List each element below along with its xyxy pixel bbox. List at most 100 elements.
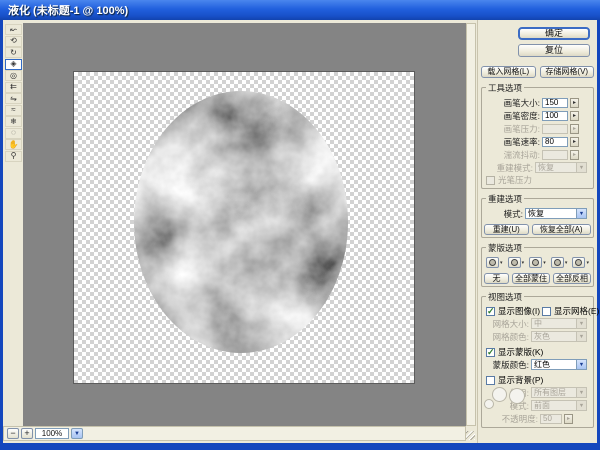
chevron-down-icon: ▾ [522, 260, 525, 266]
zoom-level-value[interactable]: 100% [35, 428, 69, 439]
mirror-tool-button[interactable]: ⇋ [5, 93, 22, 104]
mask-buttons: 无 全部蒙住 全部反相 [484, 273, 591, 284]
pucker-tool-icon: ◈ [10, 60, 16, 68]
show-image-checkbox[interactable] [486, 307, 495, 316]
dialog-body: ↜ ⟲ ↻ ◈ ◎ ⇇⇋≈ ❄ ◌ ✋ ⚲ − + 100% [3, 20, 597, 443]
pucker-tool-button[interactable]: ◈ [5, 59, 22, 70]
tool-options-group: 工具选项 画笔大小: 150 ▸ 画笔密度: 100 ▸ 画笔压力: ▸ [481, 87, 594, 189]
mesh-size-select: 中 ▼ [531, 318, 587, 329]
brush-rate-slider-arrow-icon[interactable]: ▸ [570, 137, 579, 147]
turbulence-tool-button[interactable]: ≈ [5, 105, 22, 116]
replace-selection-button[interactable]: ▾ [486, 257, 503, 268]
show-mask-option: 显示蒙版(K) [484, 346, 591, 358]
reconstruct-tool-icon: ⟲ [10, 37, 17, 45]
stylus-pressure-label: 光笔压力 [498, 174, 532, 186]
show-mesh-option: 显示网格(E) [540, 305, 599, 317]
add-to-selection-button[interactable]: ▾ [508, 257, 525, 268]
thaw-mask-tool-icon: ◌ [11, 129, 16, 137]
brush-size-input[interactable]: 150 [542, 98, 568, 108]
subtract-from-selection-button[interactable]: ▾ [529, 257, 546, 268]
mask-color-select[interactable]: 红色 ▼ [531, 359, 587, 370]
backdrop-mode-label: 模式: [510, 400, 529, 412]
zoom-tool-button[interactable]: ⚲ [5, 151, 22, 162]
forward-warp-tool-button[interactable]: ↜ [5, 24, 22, 35]
show-backdrop-checkbox[interactable] [486, 376, 495, 385]
mask-options-title: 蒙版选项 [486, 242, 524, 254]
chevron-down-icon: ▼ [576, 401, 586, 410]
reset-button[interactable]: 复位 [518, 44, 590, 57]
reconstruct-button[interactable]: 重建(U) [484, 224, 529, 235]
show-mask-checkbox[interactable] [486, 348, 495, 357]
show-backdrop-label: 显示背景(P) [498, 374, 543, 386]
reconstruct-mode-dropdown[interactable]: 恢复 ▼ [525, 208, 587, 219]
show-mask-label: 显示蒙版(K) [498, 346, 543, 358]
mask-all-button[interactable]: 全部蒙住 [512, 273, 550, 284]
mask-none-button[interactable]: 无 [484, 273, 509, 284]
reconstruct-buttons: 重建(U) 恢复全部(A) [484, 224, 591, 235]
status-bar: − + 100% ▼ [3, 426, 466, 441]
show-image-label: 显示图像(I) [498, 305, 540, 317]
chevron-down-icon: ▾ [500, 260, 503, 266]
titlebar[interactable]: 液化 (未标题-1 @ 100%) [0, 0, 600, 20]
save-mesh-button[interactable]: 存储网格(V) [540, 66, 595, 78]
reconstruct-mode-row: 模式: 恢复 ▼ [484, 207, 591, 220]
show-mesh-label: 显示网格(E) [554, 305, 599, 317]
bloat-tool-icon: ◎ [10, 72, 17, 80]
invert-all-button[interactable]: 全部反相 [553, 273, 591, 284]
brush-size-field: 画笔大小: 150 ▸ [484, 96, 591, 109]
hand-tool-button[interactable]: ✋ [5, 139, 22, 150]
brush-density-input[interactable]: 100 [542, 111, 568, 121]
zoom-tool-icon: ⚲ [11, 152, 17, 160]
freeze-mask-tool-icon: ❄ [10, 118, 17, 126]
brush-density-field: 画笔密度: 100 ▸ [484, 109, 591, 122]
twirl-clockwise-tool-button[interactable]: ↻ [5, 47, 22, 58]
resize-grip-icon[interactable] [466, 431, 475, 440]
backdrop-opacity-label: 不透明度: [502, 413, 538, 425]
vertical-scrollbar[interactable] [466, 23, 476, 426]
turbulent-jitter-slider-arrow-icon: ▸ [570, 150, 579, 160]
mesh-size-label: 网格大小: [493, 318, 529, 330]
chevron-down-icon: ▼ [576, 209, 586, 218]
zoom-in-button[interactable]: + [21, 428, 33, 439]
invert-selection-icon [572, 257, 585, 268]
invert-selection-button[interactable]: ▾ [572, 257, 589, 268]
thaw-mask-tool-button[interactable]: ◌ [5, 128, 22, 139]
turbulent-jitter-label: 湍流抖动: [504, 149, 540, 161]
load-mesh-button[interactable]: 载入网格(L) [481, 66, 536, 78]
zoom-out-button[interactable]: − [7, 428, 19, 439]
brush-pressure-slider-arrow-icon: ▸ [570, 124, 579, 134]
ok-button[interactable]: 确定 [518, 27, 590, 40]
reconstruct-tool-button[interactable]: ⟲ [5, 36, 22, 47]
brush-rate-label: 画笔速率: [504, 136, 540, 148]
backdrop-mode-row: 模式: 前面 ▼ [484, 399, 591, 412]
show-image-option: 显示图像(I) [484, 305, 540, 317]
dialog-title: 液化 (未标题-1 @ 100%) [8, 2, 128, 18]
reconstruct-mode-label: 重建模式: [497, 162, 533, 174]
push-left-tool-button[interactable]: ⇇ [5, 82, 22, 93]
backdrop-mode-select: 前面 ▼ [531, 400, 587, 411]
mesh-color-row: 网格颜色: 灰色 ▼ [484, 330, 591, 343]
add-to-selection-icon [508, 257, 521, 268]
show-backdrop-option: 显示背景(P) [484, 374, 591, 386]
subtract-from-selection-icon [529, 257, 542, 268]
brush-size-label: 画笔大小: [504, 97, 540, 109]
bloat-tool-button[interactable]: ◎ [5, 70, 22, 81]
show-mesh-checkbox[interactable] [542, 307, 551, 316]
freeze-mask-tool-button[interactable]: ❄ [5, 116, 22, 127]
turbulent-jitter-field: 湍流抖动: ▸ [484, 148, 591, 161]
brush-density-slider-arrow-icon[interactable]: ▸ [570, 111, 579, 121]
backdrop-use-select: 所有图层 ▼ [531, 387, 587, 398]
brush-size-slider-arrow-icon[interactable]: ▸ [570, 98, 579, 108]
zoom-level-dropdown[interactable]: ▼ [71, 428, 83, 439]
intersect-with-selection-button[interactable]: ▾ [551, 257, 568, 268]
mask-mode-icons: ▾ ▾ ▾ ▾ ▾ [484, 256, 591, 269]
brush-pressure-label: 画笔压力: [504, 123, 540, 135]
stylus-pressure-option: 光笔压力 [484, 174, 591, 186]
forward-warp-tool-icon: ↜ [10, 26, 17, 34]
view-options-title: 视图选项 [486, 291, 524, 303]
brush-rate-input[interactable]: 80 [542, 137, 568, 147]
image-canvas[interactable] [73, 71, 415, 384]
restore-all-button[interactable]: 恢复全部(A) [532, 224, 592, 235]
brush-pressure-input [542, 124, 568, 134]
chevron-down-icon: ▾ [565, 260, 568, 266]
